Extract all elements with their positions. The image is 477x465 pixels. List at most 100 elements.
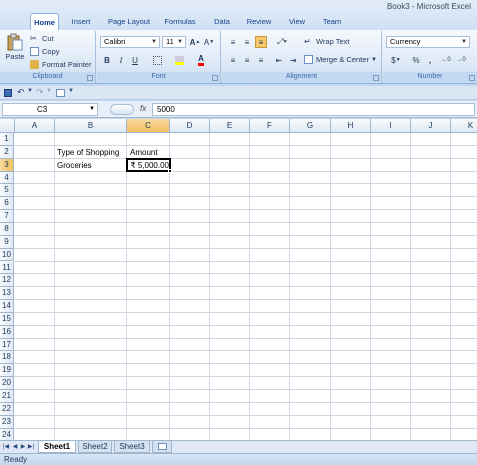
cell-c2[interactable]: Amount [128,147,158,158]
formula-bar-handle[interactable] [110,104,134,115]
redo-icon[interactable]: ↷ [36,87,44,98]
column-header-h[interactable]: H [331,119,371,133]
sheet-tab-1[interactable]: Sheet1 [38,441,76,453]
row-header-19[interactable]: 19 [0,364,14,378]
column-header-b[interactable]: B [55,119,127,133]
fill-color-button[interactable] [173,54,185,66]
row-header-13[interactable]: 13 [0,287,14,301]
wrap-text-button[interactable]: ↵ Wrap Text [304,37,350,46]
grow-font-button[interactable]: A ▲ [189,36,201,48]
column-header-c[interactable]: C [127,119,170,133]
first-sheet-icon[interactable]: |◀ [2,443,10,452]
increase-decimal-button[interactable]: ←0 [440,54,452,66]
row-header-15[interactable]: 15 [0,312,14,326]
cell-b2[interactable]: Type of Shopping [55,147,119,158]
row-header-4[interactable]: 4 [0,171,14,185]
cell-b3[interactable]: Groceries [55,160,92,171]
tab-home[interactable]: Home [30,13,59,30]
undo-icon[interactable]: ↶ [17,87,25,98]
insert-sheet-button[interactable] [152,441,172,453]
format-painter-button[interactable]: Format Painter [30,60,92,69]
copy-button[interactable]: Copy [30,47,60,56]
prev-sheet-icon[interactable]: ◀ [11,443,19,452]
save-icon[interactable] [4,89,12,97]
column-header-j[interactable]: J [411,119,451,133]
tab-team[interactable]: Team [318,13,346,30]
insert-function-icon[interactable]: fx [140,104,146,113]
percent-style-button[interactable]: % [410,54,422,66]
row-header-24[interactable]: 24 [0,428,14,440]
font-launcher-icon[interactable] [212,75,218,81]
row-header-16[interactable]: 16 [0,325,14,339]
number-launcher-icon[interactable] [469,75,475,81]
decrease-decimal-button[interactable]: →0 [455,54,467,66]
tab-page-layout[interactable]: Page Layout [104,13,154,30]
row-header-23[interactable]: 23 [0,415,14,429]
print-preview-icon[interactable] [56,89,65,97]
align-right-button[interactable]: ≡ [255,54,267,66]
row-header-5[interactable]: 5 [0,184,14,198]
name-box[interactable]: C3 ▼ [2,103,98,116]
accounting-format-button[interactable]: $ ▼ [388,54,404,66]
align-center-button[interactable]: ≡ [241,54,253,66]
tab-insert[interactable]: Insert [66,13,96,30]
orientation-button[interactable]: ⤢▾ [273,36,291,48]
font-size-select[interactable]: 11 ▼ [162,36,186,48]
active-cell-c3[interactable]: ₹ 5,000.00 [126,158,171,172]
number-format-select[interactable]: Currency ▼ [386,36,470,48]
tab-formulas[interactable]: Formulas [160,13,200,30]
tab-view[interactable]: View [284,13,310,30]
fill-handle[interactable] [168,169,172,173]
formula-input[interactable]: 5000 [152,103,475,116]
sheet-tab-2[interactable]: Sheet2 [78,441,112,453]
row-header-20[interactable]: 20 [0,377,14,390]
column-header-a[interactable]: A [15,119,55,133]
comma-style-button[interactable]: , [424,54,436,66]
row-header-12[interactable]: 12 [0,274,14,288]
shrink-font-button[interactable]: A ▼ [203,36,215,48]
merge-center-button[interactable]: Merge & Center ▼ [304,55,377,64]
align-middle-button[interactable]: ≡ [241,36,253,48]
clipboard-launcher-icon[interactable] [87,75,93,81]
column-header-f[interactable]: F [250,119,290,133]
row-header-17[interactable]: 17 [0,338,14,352]
next-sheet-icon[interactable]: ▶ [19,443,27,452]
row-header-9[interactable]: 9 [0,235,14,249]
row-header-2[interactable]: 2 [0,145,14,159]
bold-button[interactable]: B [101,54,113,66]
sheet-tab-3[interactable]: Sheet3 [114,441,150,453]
row-header-6[interactable]: 6 [0,197,14,211]
alignment-launcher-icon[interactable] [373,75,379,81]
row-header-8[interactable]: 8 [0,222,14,236]
chevron-down-icon[interactable]: ▼ [27,88,33,94]
decrease-indent-button[interactable]: ⇤ [273,54,285,66]
borders-button[interactable] [151,54,163,66]
row-header-3[interactable]: 3 [0,158,14,172]
font-name-select[interactable]: Calibri ▼ [100,36,160,48]
select-all-corner[interactable] [0,119,15,133]
column-header-e[interactable]: E [210,119,250,133]
column-header-i[interactable]: I [371,119,411,133]
italic-button[interactable]: I [115,54,127,66]
align-bottom-button[interactable]: ≡ [255,36,267,48]
tab-review[interactable]: Review [242,13,276,30]
increase-indent-button[interactable]: ⇥ [287,54,299,66]
row-header-18[interactable]: 18 [0,351,14,365]
row-header-22[interactable]: 22 [0,402,14,416]
tab-data[interactable]: Data [210,13,234,30]
chevron-down-icon[interactable]: ▼ [46,88,52,94]
row-header-7[interactable]: 7 [0,210,14,223]
column-header-g[interactable]: G [290,119,331,133]
paste-button[interactable]: Paste [4,33,26,61]
align-top-button[interactable]: ≡ [227,36,239,48]
font-color-button[interactable]: A [195,54,207,66]
row-header-10[interactable]: 10 [0,248,14,262]
underline-button[interactable]: U [129,54,141,66]
row-header-21[interactable]: 21 [0,390,14,403]
customize-qat-icon[interactable]: ▼ [68,88,74,94]
cut-button[interactable]: ✂ Cut [30,34,54,43]
last-sheet-icon[interactable]: ▶| [27,443,35,452]
row-header-14[interactable]: 14 [0,300,14,313]
row-header-11[interactable]: 11 [0,261,14,275]
align-left-button[interactable]: ≡ [227,54,239,66]
